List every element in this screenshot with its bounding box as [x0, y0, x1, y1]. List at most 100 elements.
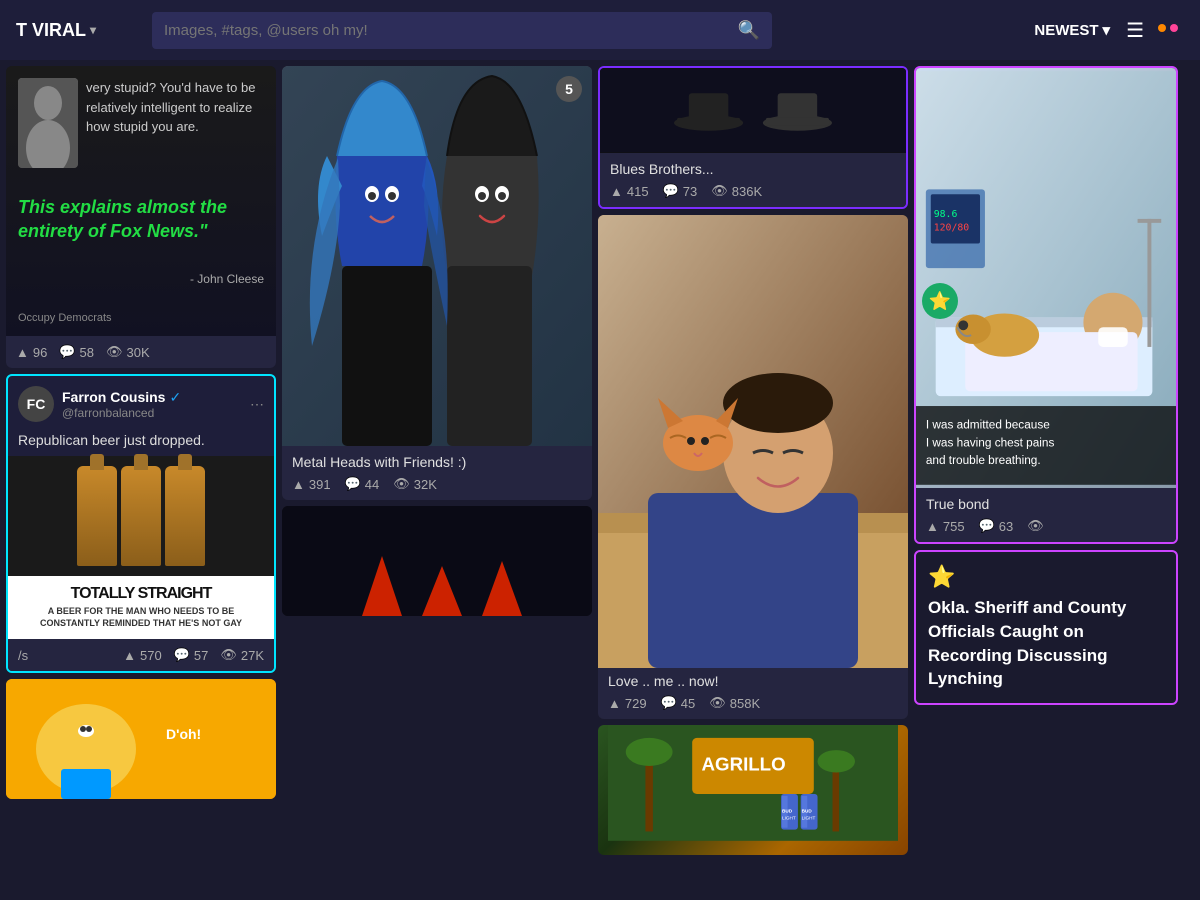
beer-brand: TOTALLY STRAIGHT [18, 586, 264, 602]
svg-text:I was admitted because: I was admitted because [926, 418, 1050, 432]
cat-card[interactable]: Love .. me .. now! ▲ 729 💬 45 👁 858K [598, 215, 908, 719]
blues-title: Blues Brothers... [610, 161, 896, 177]
views-icon: 👁 [220, 647, 237, 663]
tweet-options[interactable]: ⋯ [250, 396, 264, 413]
tweet-handle: @farronbalanced [62, 406, 181, 420]
image-count-badge: 5 [556, 76, 582, 102]
tweet-header: FC Farron Cousins ✓ @farronbalanced ⋯ [8, 376, 274, 432]
tweet-footer-text: /s [18, 648, 28, 663]
person-silhouette [18, 78, 78, 168]
quote-views: 👁 30K [106, 344, 150, 360]
true-bond-comments: 💬 63 [979, 518, 1014, 534]
cat-image [598, 215, 908, 665]
column-left: very stupid? You'd have to be relatively… [6, 66, 276, 894]
simpsons-card[interactable]: D'oh! [6, 679, 276, 799]
blues-card[interactable]: Blues Brothers... ▲ 415 💬 73 👁 836K [598, 66, 908, 209]
true-bond-likes: ▲ 755 [926, 519, 965, 534]
column-mid-left: 5 Metal Heads with Friends! :) ▲ 391 💬 4… [282, 66, 592, 894]
site-logo[interactable]: T VIRAL ▾ [16, 20, 136, 41]
svg-text:AGRILLO: AGRILLO [702, 754, 786, 775]
cat-footer: Love .. me .. now! ▲ 729 💬 45 👁 858K [598, 665, 908, 719]
comment-icon: 💬 [661, 695, 677, 711]
blues-views: 👁 836K [711, 183, 762, 199]
column-mid-right: Blues Brothers... ▲ 415 💬 73 👁 836K [598, 66, 908, 894]
search-input[interactable] [164, 22, 730, 39]
header-controls: NEWEST ▾ ☰ [1034, 18, 1184, 43]
beer-bottle-2 [121, 466, 161, 566]
beer-bottle-3 [165, 466, 205, 566]
cat-likes: ▲ 729 [608, 696, 647, 711]
metal-footer: Metal Heads with Friends! :) ▲ 391 💬 44 … [282, 446, 592, 500]
search-bar[interactable]: 🔍 [152, 12, 772, 49]
tweet-likes: ▲ 570 [123, 648, 162, 663]
views-icon: 👁 [393, 476, 410, 492]
tweet-user: FC Farron Cousins ✓ @farronbalanced [18, 386, 181, 422]
quote-top-text: very stupid? You'd have to be relatively… [86, 78, 264, 137]
svg-text:and trouble breathing.: and trouble breathing. [926, 453, 1041, 467]
metal-views: 👁 32K [393, 476, 437, 492]
metal-title: Metal Heads with Friends! :) [292, 454, 582, 470]
quote-source: Occupy Democrats [18, 312, 264, 324]
metal-card[interactable]: 5 Metal Heads with Friends! :) ▲ 391 💬 4… [282, 66, 592, 500]
main-content: very stupid? You'd have to be relatively… [0, 60, 1200, 900]
column-right: ⭐ [914, 66, 1178, 894]
svg-text:I was having chest pains: I was having chest pains [926, 435, 1055, 449]
search-icon[interactable]: 🔍 [738, 20, 760, 41]
blues-comments: 💬 73 [663, 183, 698, 199]
upvote-icon: ▲ [926, 519, 939, 534]
sheriff-card[interactable]: ⭐ Okla. Sheriff and County Officials Cau… [914, 550, 1178, 705]
tweet-comments: 💬 57 [174, 647, 209, 663]
logo-text: T VIRAL [16, 20, 86, 41]
sheriff-star-icon: ⭐ [928, 564, 1164, 590]
notification-dot [1170, 24, 1178, 32]
tweet-user-info: Farron Cousins ✓ @farronbalanced [62, 389, 181, 420]
svg-text:LIGHT: LIGHT [782, 815, 796, 820]
sort-button[interactable]: NEWEST ▾ [1034, 21, 1110, 39]
quote-author: - John Cleese [18, 272, 264, 286]
comment-icon: 💬 [59, 344, 75, 360]
tweet-avatar: FC [18, 386, 54, 422]
views-icon: 👁 [709, 695, 726, 711]
hospital-svg: 98.6 120/80 I was admitted because I was… [916, 68, 1176, 488]
beer-bottles [77, 466, 205, 566]
tweet-card[interactable]: FC Farron Cousins ✓ @farronbalanced ⋯ Re… [6, 374, 276, 673]
views-icon: 👁 [711, 183, 728, 199]
notification-dot-2 [1158, 24, 1166, 32]
blues-svg [600, 68, 906, 153]
comment-icon: 💬 [663, 183, 679, 199]
true-bond-card[interactable]: ⭐ [914, 66, 1178, 544]
svg-text:D'oh!: D'oh! [166, 726, 201, 742]
menu-icon[interactable]: ☰ [1126, 18, 1144, 43]
true-bond-title: True bond [926, 496, 1166, 512]
hospital-image: 98.6 120/80 I was admitted because I was… [916, 68, 1176, 488]
views-icon: 👁 [106, 344, 123, 360]
quote-comments: 💬 58 [59, 344, 94, 360]
beer-bottle-1 [77, 466, 117, 566]
cat-stats: ▲ 729 💬 45 👁 858K [608, 695, 898, 711]
beer-tagline: A BEER FOR THE MAN WHO NEEDS TO BE CONST… [18, 606, 264, 629]
metal-svg [282, 66, 592, 446]
upvote-icon: ▲ [123, 648, 136, 663]
true-bond-views: 👁 [1027, 518, 1048, 534]
blues-footer: Blues Brothers... ▲ 415 💬 73 👁 836K [600, 153, 906, 207]
cat-svg [598, 215, 908, 668]
upvote-icon: ▲ [16, 345, 29, 360]
comment-icon: 💬 [345, 476, 361, 492]
red-arrows-card[interactable] [282, 506, 592, 616]
logo-chevron: ▾ [90, 23, 96, 37]
svg-text:98.6: 98.6 [934, 209, 958, 220]
tweet-body: Republican beer just dropped. [8, 432, 274, 456]
svg-text:BUD: BUD [802, 809, 813, 814]
metal-comments: 💬 44 [345, 476, 380, 492]
quote-stats: ▲ 96 💬 58 👁 30K [6, 336, 276, 368]
quote-likes: ▲ 96 [16, 345, 47, 360]
verified-icon: ✓ [169, 389, 181, 406]
metal-likes: ▲ 391 [292, 477, 331, 492]
restaurant-card[interactable]: AGRILLO BUD LIGHT BUD LIGHT [598, 725, 908, 855]
simpsons-image: D'oh! [6, 679, 276, 799]
tweet-stats-row: /s ▲ 570 💬 57 👁 27K [8, 639, 274, 671]
metal-stats: ▲ 391 💬 44 👁 32K [292, 476, 582, 492]
true-bond-stats: ▲ 755 💬 63 👁 [926, 518, 1166, 534]
quote-card[interactable]: very stupid? You'd have to be relatively… [6, 66, 276, 368]
sheriff-title: Okla. Sheriff and County Officials Caugh… [928, 596, 1164, 691]
